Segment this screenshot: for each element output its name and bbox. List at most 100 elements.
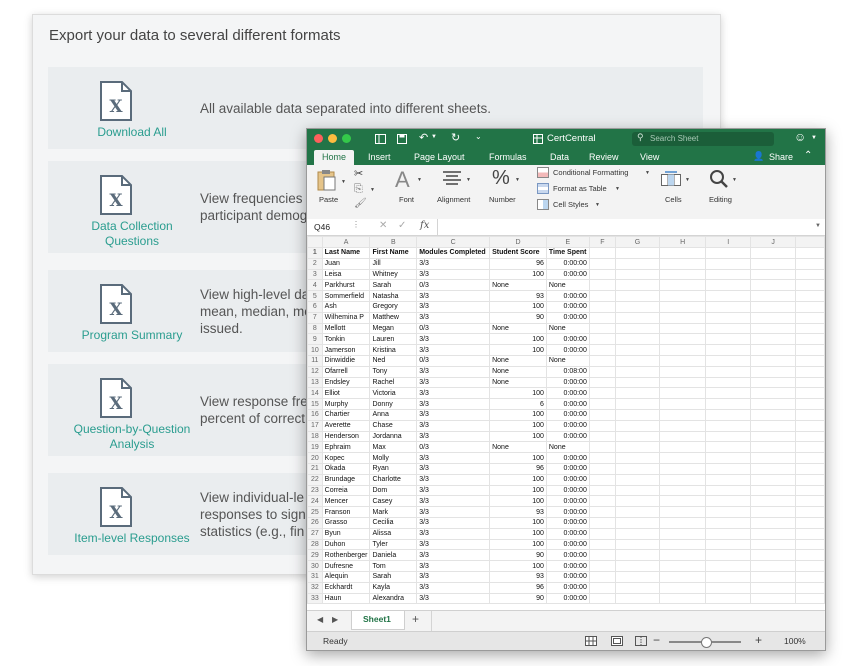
cell[interactable] (659, 257, 707, 270)
cell[interactable] (614, 495, 661, 508)
cell[interactable]: 100 (489, 268, 547, 281)
cell[interactable]: 0/3 (416, 441, 491, 454)
cell[interactable] (795, 452, 825, 464)
cell[interactable] (588, 441, 616, 454)
cell[interactable] (659, 441, 707, 454)
row-header[interactable]: 31 (307, 570, 323, 583)
cell[interactable] (614, 473, 661, 486)
cell[interactable] (614, 549, 661, 562)
cell[interactable] (614, 408, 661, 421)
cell[interactable]: Kopec (321, 452, 371, 464)
cell[interactable] (795, 462, 825, 475)
zoom-level[interactable]: 100% (784, 636, 806, 646)
cell[interactable] (614, 484, 661, 497)
cell[interactable]: Juan (321, 257, 371, 270)
cell[interactable]: Henderson (321, 430, 371, 443)
cell[interactable] (795, 538, 825, 551)
add-sheet-icon[interactable]: + (412, 612, 419, 626)
cell[interactable]: 3/3 (416, 473, 491, 486)
paste-dropdown-icon[interactable]: ▼ (341, 179, 346, 185)
cell[interactable]: Daniela (369, 549, 418, 562)
cell[interactable] (659, 538, 707, 551)
row-header[interactable]: 9 (307, 333, 323, 346)
cell[interactable] (750, 560, 797, 572)
cell[interactable]: 0/3 (416, 322, 491, 335)
cell[interactable] (705, 333, 752, 346)
cell[interactable] (614, 516, 661, 529)
cell[interactable]: Wilhemina P (321, 311, 371, 324)
cell[interactable]: None (489, 279, 547, 292)
collapse-ribbon-icon[interactable]: ⌃ (804, 150, 812, 161)
format-as-table-button[interactable]: Format as Table ▼ (537, 183, 637, 196)
cell[interactable]: 100 (489, 516, 547, 529)
tab-insert[interactable]: Insert (368, 150, 391, 165)
name-box-dropdown-icon[interactable]: ⋮ (352, 220, 360, 229)
cell[interactable] (614, 279, 661, 292)
cell[interactable]: 3/3 (416, 538, 491, 551)
format-painter-icon[interactable]: 🖌 (354, 198, 367, 209)
cell[interactable]: 100 (489, 560, 547, 572)
tab-view[interactable]: View (640, 150, 659, 165)
cell[interactable] (795, 322, 825, 335)
cell[interactable] (705, 322, 752, 335)
cell[interactable] (750, 452, 797, 464)
cell[interactable] (588, 419, 616, 432)
cell[interactable]: Gregory (369, 300, 418, 313)
row-header[interactable]: 3 (307, 268, 323, 281)
cell[interactable]: 3/3 (416, 570, 491, 583)
cell[interactable] (614, 592, 661, 605)
cell[interactable]: Correia (321, 484, 371, 497)
cell[interactable]: Cecilia (369, 516, 418, 529)
cell[interactable] (588, 398, 616, 410)
cell[interactable] (614, 538, 661, 551)
cell[interactable] (795, 279, 825, 292)
cell[interactable] (614, 322, 661, 335)
cell[interactable]: Mellott (321, 322, 371, 335)
cell[interactable]: Kayla (369, 581, 418, 594)
cell[interactable] (705, 516, 752, 529)
cell[interactable] (659, 387, 707, 400)
cell[interactable] (705, 462, 752, 475)
cell[interactable]: 100 (489, 452, 547, 464)
row-header[interactable]: 10 (307, 344, 323, 356)
cell[interactable]: Casey (369, 495, 418, 508)
expand-formula-bar-icon[interactable]: ▼ (815, 223, 821, 229)
cell[interactable]: 0:00:00 (545, 344, 590, 356)
minimize-window-button[interactable] (328, 134, 337, 143)
cell[interactable]: 3/3 (416, 495, 491, 508)
cell[interactable] (795, 592, 825, 605)
cell[interactable] (659, 354, 707, 367)
cell[interactable]: Mencer (321, 495, 371, 508)
tab-formulas[interactable]: Formulas (489, 150, 527, 165)
row-header[interactable]: 30 (307, 560, 323, 572)
row-header[interactable]: 26 (307, 516, 323, 529)
row-header[interactable]: 18 (307, 430, 323, 443)
cell[interactable]: 0:00:00 (545, 419, 590, 432)
cell[interactable] (659, 484, 707, 497)
cell[interactable] (614, 430, 661, 443)
cell[interactable]: Leisa (321, 268, 371, 281)
cell[interactable]: 0:00:00 (545, 473, 590, 486)
cell[interactable] (705, 365, 752, 378)
cell[interactable]: 3/3 (416, 484, 491, 497)
cell[interactable] (588, 322, 616, 335)
font-group-button[interactable]: A ▼ Font (393, 167, 425, 211)
cell[interactable] (614, 419, 661, 432)
cell[interactable] (659, 473, 707, 486)
cell[interactable]: Alissa (369, 527, 418, 540)
editing-group-button[interactable]: ▼ Editing (705, 167, 741, 211)
cell[interactable] (614, 441, 661, 454)
cell[interactable] (705, 408, 752, 421)
cell[interactable]: Dom (369, 484, 418, 497)
customize-toolbar-icon[interactable]: ⌄ (475, 132, 482, 141)
cell[interactable] (659, 300, 707, 313)
cell[interactable]: 0:00:00 (545, 268, 590, 281)
cell[interactable]: 93 (489, 506, 547, 518)
cell[interactable]: 3/3 (416, 408, 491, 421)
cell[interactable] (795, 506, 825, 518)
cell[interactable]: 3/3 (416, 376, 491, 389)
cell[interactable] (588, 311, 616, 324)
cell[interactable]: Haun (321, 592, 371, 605)
export-card-link[interactable]: Program Summary (48, 328, 216, 343)
cell[interactable]: Chase (369, 419, 418, 432)
